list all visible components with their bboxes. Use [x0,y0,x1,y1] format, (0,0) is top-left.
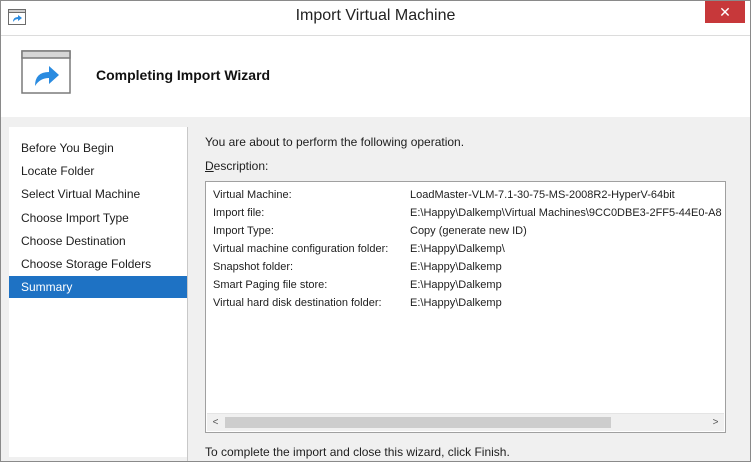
description-accelerator: D [205,159,214,173]
summary-row: Import file: E:\Happy\Dalkemp\Virtual Ma… [213,204,723,222]
summary-value: E:\Happy\Dalkemp [410,261,502,273]
summary-row: Virtual machine configuration folder: E:… [213,240,723,258]
summary-value: LoadMaster-VLM-7.1-30-75-MS-2008R2-Hyper… [410,189,675,201]
summary-row: Snapshot folder: E:\Happy\Dalkemp [213,258,723,276]
close-button[interactable]: ✕ [705,1,745,23]
import-vm-window: Import Virtual Machine ✕ Completing Impo… [0,0,751,462]
summary-key: Virtual hard disk destination folder: [213,297,382,309]
wizard-body: Before You Begin Locate Folder Select Vi… [1,117,750,461]
summary-row: Virtual Machine: LoadMaster-VLM-7.1-30-7… [213,186,723,204]
summary-key: Virtual Machine: [213,189,292,201]
summary-row: Smart Paging file store: E:\Happy\Dalkem… [213,276,723,294]
finish-instruction-text: To complete the import and close this wi… [205,445,510,459]
nav-item-before-you-begin[interactable]: Before You Begin [9,137,187,159]
nav-item-choose-storage-folders[interactable]: Choose Storage Folders [9,253,187,275]
wizard-header: Completing Import Wizard [1,35,750,118]
summary-value: E:\Happy\Dalkemp [410,297,502,309]
nav-item-choose-import-type[interactable]: Choose Import Type [9,207,187,229]
title-bar[interactable]: Import Virtual Machine ✕ [1,1,750,35]
scroll-left-icon[interactable]: < [207,414,224,431]
import-wizard-icon [21,50,71,94]
summary-value: E:\Happy\Dalkemp\Virtual Machines\9CC0DB… [410,207,722,219]
summary-value: E:\Happy\Dalkemp\ [410,243,505,255]
summary-row: Virtual hard disk destination folder: E:… [213,294,723,312]
wizard-step-nav: Before You Begin Locate Folder Select Vi… [9,127,187,457]
horizontal-scrollbar[interactable]: < > [207,413,724,431]
nav-item-summary[interactable]: Summary [9,276,187,298]
nav-item-select-virtual-machine[interactable]: Select Virtual Machine [9,183,187,205]
window-title: Import Virtual Machine [295,7,456,24]
summary-key: Import Type: [213,225,274,237]
summary-key: Smart Paging file store: [213,279,328,291]
wizard-step-title: Completing Import Wizard [96,67,271,83]
scroll-right-icon[interactable]: > [707,414,724,431]
operation-intro-text: You are about to perform the following o… [205,135,465,149]
summary-value: Copy (generate new ID) [410,225,527,237]
summary-key: Import file: [213,207,265,219]
summary-row: Import Type: Copy (generate new ID) [213,222,723,240]
summary-value: E:\Happy\Dalkemp [410,279,502,291]
summary-key: Snapshot folder: [213,261,294,273]
nav-item-choose-destination[interactable]: Choose Destination [9,230,187,252]
nav-divider [187,127,188,461]
description-textbox[interactable]: Virtual Machine: LoadMaster-VLM-7.1-30-7… [205,181,726,433]
description-label-rest: escription: [213,159,269,173]
summary-key: Virtual machine configuration folder: [213,243,389,255]
description-label: Description: [205,159,268,173]
nav-item-locate-folder[interactable]: Locate Folder [9,160,187,182]
scrollbar-thumb[interactable] [225,417,611,428]
